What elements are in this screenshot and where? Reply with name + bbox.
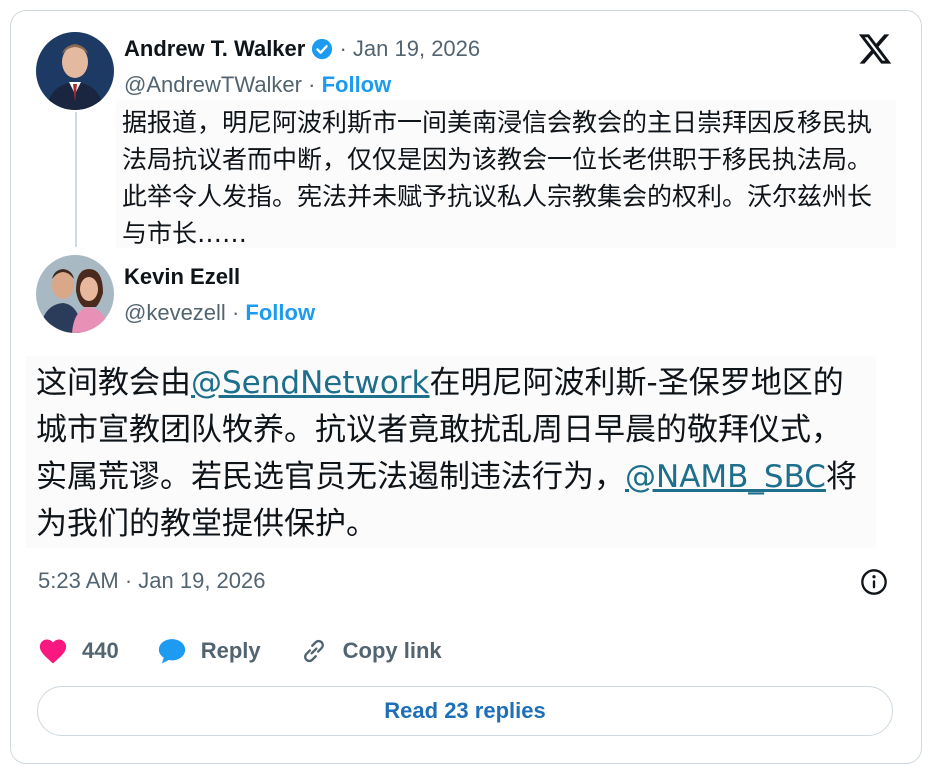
speech-bubble-icon <box>158 639 185 664</box>
author-name[interactable]: Kevin Ezell <box>124 264 240 290</box>
post-text: 这间教会由@SendNetwork在明尼阿波利斯-圣保罗地区的城市宣教团队牧养。… <box>26 356 876 548</box>
author-name[interactable]: Andrew T. Walker <box>124 36 305 61</box>
reply-button[interactable]: Reply <box>157 637 261 665</box>
thread-connector-line <box>75 112 77 247</box>
copy-link-button[interactable]: Copy link <box>299 637 442 665</box>
mention-link[interactable]: @SendNetwork <box>191 365 430 401</box>
like-count: 440 <box>82 638 119 663</box>
reply-label: Reply <box>200 638 261 663</box>
post-timestamp[interactable]: 5:23 AM · Jan 19, 2026 <box>38 568 266 594</box>
x-logo-icon[interactable] <box>856 31 894 67</box>
separator-dot: · <box>308 72 316 97</box>
author-handle[interactable]: @kevezell <box>124 300 226 325</box>
avatar-andrew-walker[interactable] <box>36 32 114 110</box>
couple-portrait-icon <box>36 255 114 333</box>
quoted-post-text: 据报道，明尼阿波利斯市一间美南浸信会教会的主日崇拜因反移民执法局抗议者而中断，仅… <box>116 100 896 248</box>
handle-line: @AndrewTWalker · Follow <box>124 72 391 98</box>
post-text-part: 这间教会由 <box>36 365 191 401</box>
author-handle[interactable]: @AndrewTWalker <box>124 72 302 97</box>
info-icon[interactable] <box>860 568 888 596</box>
follow-button[interactable]: Follow <box>322 72 392 97</box>
read-replies-button[interactable]: Read 23 replies <box>37 686 893 736</box>
action-bar: 440 Reply Copy link <box>38 633 480 669</box>
separator-dot: · <box>231 300 240 325</box>
link-icon <box>303 639 324 663</box>
like-button[interactable]: 440 <box>38 637 119 665</box>
author-name-line: Andrew T. Walker · Jan 19, 2026 <box>124 36 480 62</box>
person-portrait-icon <box>36 32 114 110</box>
separator-dot: · <box>339 36 347 61</box>
heart-icon <box>39 639 67 664</box>
handle-line: @kevezell · Follow <box>124 300 315 326</box>
post-date[interactable]: Jan 19, 2026 <box>353 36 480 61</box>
mention-link[interactable]: @NAMB_SBC <box>625 459 826 495</box>
copy-link-label: Copy link <box>342 638 442 663</box>
follow-button[interactable]: Follow <box>245 300 315 325</box>
avatar-kevin-ezell[interactable] <box>36 255 114 333</box>
verified-badge-icon <box>312 38 333 60</box>
